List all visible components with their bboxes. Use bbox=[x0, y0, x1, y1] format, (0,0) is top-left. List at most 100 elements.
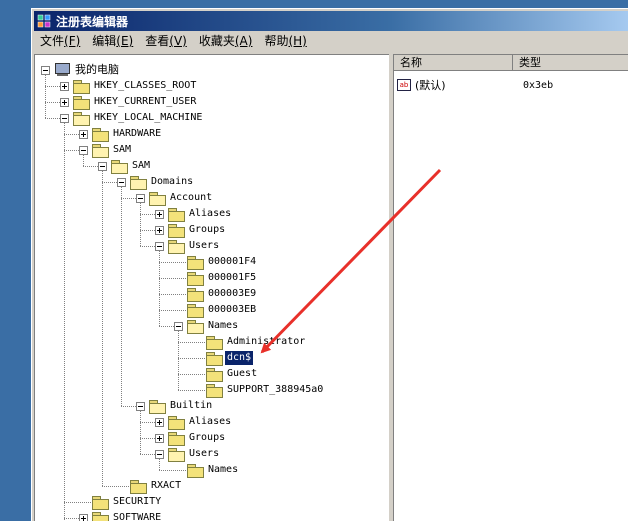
tree-connector bbox=[64, 134, 79, 135]
collapse-minus-icon[interactable] bbox=[136, 401, 145, 411]
expand-plus-icon[interactable] bbox=[60, 97, 69, 107]
tree-node[interactable]: SAM bbox=[98, 158, 152, 174]
expand-plus-icon[interactable] bbox=[60, 81, 69, 91]
folder-icon bbox=[187, 271, 204, 286]
tree-node[interactable]: Groups bbox=[155, 430, 227, 446]
menu-item-2[interactable]: 查看(V) bbox=[139, 32, 193, 51]
expand-plus-icon[interactable] bbox=[79, 129, 88, 139]
tree-connector bbox=[140, 203, 141, 246]
column-header-type[interactable]: 类型 bbox=[513, 55, 628, 71]
registry-tree-pane[interactable]: 我的电脑 HKEY_CLASSES_ROOT HKEY_CURRENT_USER HK… bbox=[34, 54, 389, 521]
tree-connector bbox=[121, 198, 136, 199]
tree-node-label: RXACT bbox=[151, 480, 182, 491]
tree-node[interactable]: Aliases bbox=[155, 206, 233, 222]
folder-open-icon bbox=[168, 239, 185, 254]
tree-node-label: HKEY_LOCAL_MACHINE bbox=[94, 112, 203, 123]
tree-node[interactable]: 000001F4 bbox=[174, 254, 258, 270]
tree-node-label: 000003EB bbox=[208, 304, 257, 315]
tree-node[interactable]: Aliases bbox=[155, 414, 233, 430]
tree-node-label: SAM bbox=[113, 144, 132, 155]
tree-node[interactable]: HKEY_CURRENT_USER bbox=[60, 94, 198, 110]
menu-bar: 文件(F) 编辑(E) 查看(V) 收藏夹(A) 帮助(H) bbox=[34, 32, 628, 51]
collapse-minus-icon[interactable] bbox=[60, 113, 69, 123]
tree-node[interactable]: Users bbox=[155, 238, 221, 254]
tree-connector bbox=[140, 454, 155, 455]
collapse-minus-icon[interactable] bbox=[155, 241, 164, 251]
folder-icon bbox=[92, 511, 109, 521]
collapse-minus-icon[interactable] bbox=[41, 65, 50, 75]
tree-connector bbox=[140, 438, 155, 439]
expand-plus-icon[interactable] bbox=[155, 417, 164, 427]
folder-icon bbox=[187, 287, 204, 302]
tree-node[interactable]: HKEY_LOCAL_MACHINE bbox=[60, 110, 204, 126]
tree-node[interactable]: SECURITY bbox=[79, 494, 163, 510]
menu-item-3[interactable]: 收藏夹(A) bbox=[193, 32, 259, 51]
menu-item-1[interactable]: 编辑(E) bbox=[86, 32, 139, 51]
folder-icon bbox=[168, 415, 185, 430]
tree-node[interactable]: HKEY_CLASSES_ROOT bbox=[60, 78, 198, 94]
tree-node-label: Groups bbox=[189, 224, 226, 235]
tree-node[interactable]: 000003E9 bbox=[174, 286, 258, 302]
tree-connector bbox=[45, 118, 60, 119]
tree-node[interactable]: 我的电脑 bbox=[41, 62, 121, 78]
tree-node[interactable]: HARDWARE bbox=[79, 126, 163, 142]
tree-connector bbox=[102, 171, 103, 486]
collapse-minus-icon[interactable] bbox=[117, 177, 126, 187]
tree-node[interactable]: Groups bbox=[155, 222, 227, 238]
tree-node[interactable]: SUPPORT_388945a0 bbox=[193, 382, 325, 398]
tree-node[interactable]: Users bbox=[155, 446, 221, 462]
expand-plus-icon[interactable] bbox=[155, 225, 164, 235]
desktop-background bbox=[0, 0, 31, 521]
tree-node-label: Users bbox=[189, 240, 220, 251]
tree-node[interactable]: Domains bbox=[117, 174, 195, 190]
menu-accelerator: (A) bbox=[234, 34, 253, 48]
column-header-name[interactable]: 名称 bbox=[394, 55, 513, 71]
folder-open-icon bbox=[130, 175, 147, 190]
tree-node[interactable]: 000003EB bbox=[174, 302, 258, 318]
tree-connector bbox=[45, 102, 60, 103]
value-list-pane[interactable]: 名称 类型 ab (默认) 0x3eb bbox=[393, 54, 628, 521]
tree-node-label: 000003E9 bbox=[208, 288, 257, 299]
tree-node-label: Aliases bbox=[189, 208, 232, 219]
tree-connector bbox=[64, 123, 65, 521]
tree-node-label: 我的电脑 bbox=[75, 63, 119, 76]
tree-node-label: Users bbox=[189, 448, 220, 459]
tree-connector bbox=[159, 326, 174, 327]
tree-node[interactable]: Account bbox=[136, 190, 214, 206]
tree-node[interactable]: Names bbox=[174, 318, 240, 334]
collapse-minus-icon[interactable] bbox=[79, 145, 88, 155]
value-row[interactable]: ab (默认) 0x3eb bbox=[397, 77, 553, 93]
collapse-minus-icon[interactable] bbox=[174, 321, 183, 331]
tree-node[interactable]: 000001F5 bbox=[174, 270, 258, 286]
regedit-app-icon bbox=[37, 14, 51, 28]
tree-node[interactable]: SAM bbox=[79, 142, 133, 158]
menu-label: 文件 bbox=[40, 34, 65, 48]
collapse-minus-icon[interactable] bbox=[136, 193, 145, 203]
tree-node-label: Account bbox=[170, 192, 213, 203]
menu-item-0[interactable]: 文件(F) bbox=[34, 32, 86, 51]
collapse-minus-icon[interactable] bbox=[155, 449, 164, 459]
tree-node[interactable]: Builtin bbox=[136, 398, 214, 414]
tree-node-label: Guest bbox=[227, 368, 258, 379]
collapse-minus-icon[interactable] bbox=[98, 161, 107, 171]
tree-connector bbox=[159, 262, 186, 263]
title-bar[interactable]: 注册表编辑器 bbox=[34, 11, 628, 31]
tree-node-label: Names bbox=[208, 464, 239, 475]
tree-node-label: 000001F4 bbox=[208, 256, 257, 267]
folder-icon bbox=[187, 463, 204, 478]
folder-open-icon bbox=[111, 159, 128, 174]
expand-plus-icon[interactable] bbox=[155, 209, 164, 219]
tree-connector bbox=[178, 331, 179, 390]
tree-node[interactable]: Administrator bbox=[193, 334, 307, 350]
tree-node[interactable]: SOFTWARE bbox=[79, 510, 163, 521]
folder-icon bbox=[168, 207, 185, 222]
expand-plus-icon[interactable] bbox=[155, 433, 164, 443]
tree-node-label: HKEY_CURRENT_USER bbox=[94, 96, 197, 107]
menu-item-4[interactable]: 帮助(H) bbox=[258, 32, 312, 51]
folder-icon bbox=[168, 223, 185, 238]
tree-node-label: HKEY_CLASSES_ROOT bbox=[94, 80, 197, 91]
expand-plus-icon[interactable] bbox=[79, 513, 88, 521]
tree-connector bbox=[178, 390, 205, 391]
tree-connector bbox=[64, 518, 79, 519]
tree-connector bbox=[83, 166, 98, 167]
